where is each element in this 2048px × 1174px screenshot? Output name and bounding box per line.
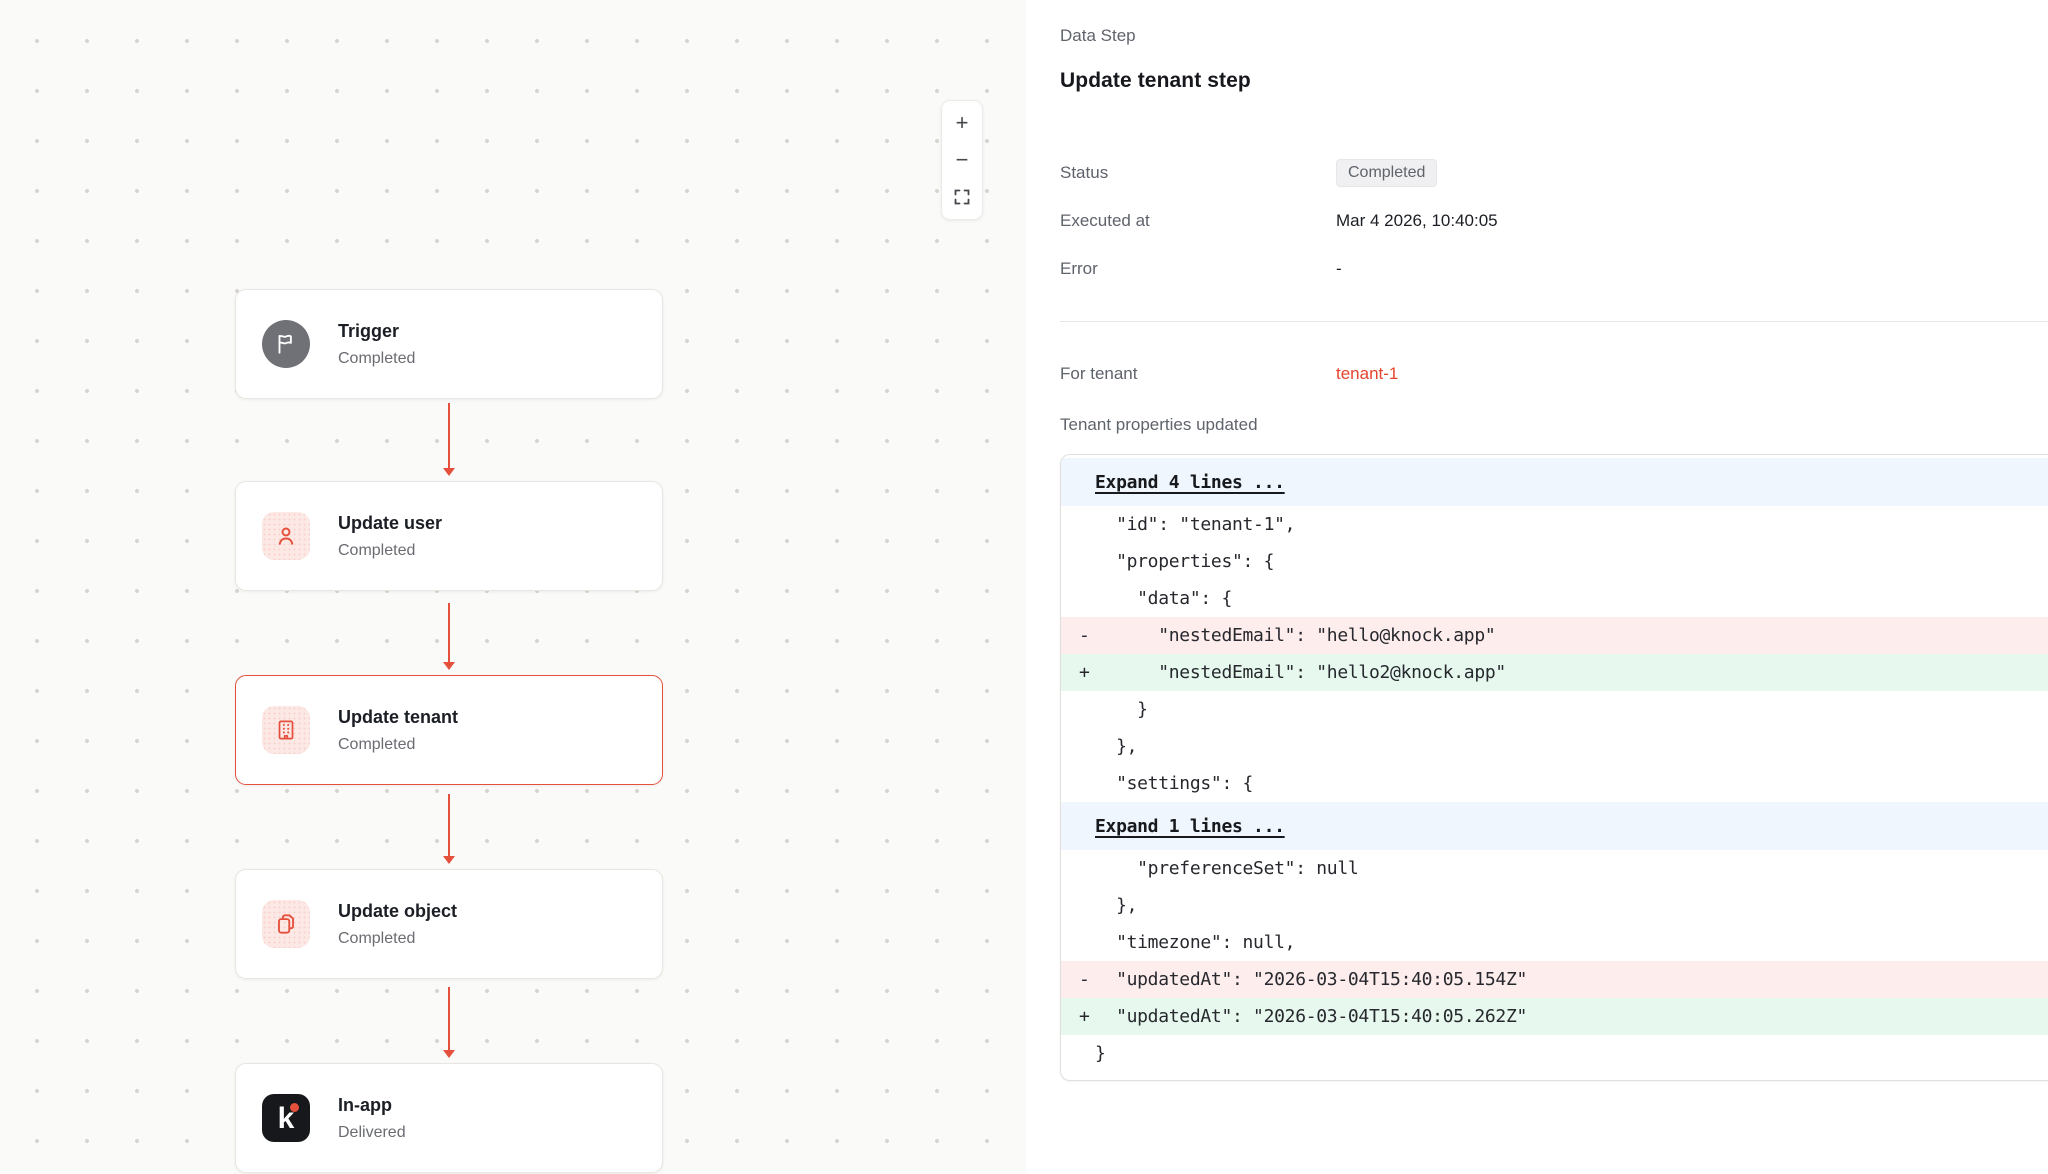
node-status: Completed <box>338 736 458 754</box>
section-divider <box>1060 321 2048 322</box>
field-row: Executed atMar 4 2026, 10:40:05 <box>1060 205 2048 237</box>
diff-line: "properties": { <box>1061 543 2048 580</box>
zoom-out-button[interactable]: − <box>945 144 979 176</box>
page-title: Update tenant step <box>1060 69 2048 93</box>
diff-text: }, <box>1061 736 1137 757</box>
diff-text: "data": { <box>1061 588 1232 609</box>
status-badge: Completed <box>1336 159 1437 187</box>
workflow-node-trigger[interactable]: Trigger Completed <box>235 289 663 399</box>
diff-sign: + <box>1079 662 1090 683</box>
diff-line: "preferenceSet": null <box>1061 850 2048 887</box>
diff-text: "updatedAt": "2026-03-04T15:40:05.262Z" <box>1061 1006 1527 1027</box>
diff-heading: Tenant properties updated <box>1060 415 2048 435</box>
node-title: Trigger <box>338 320 415 343</box>
node-title: Update object <box>338 900 457 923</box>
diff-line: "data": { <box>1061 580 2048 617</box>
building-icon <box>262 706 310 754</box>
diff-sign: - <box>1079 969 1090 990</box>
diff-line: "timezone": null, <box>1061 924 2048 961</box>
field-label: Executed at <box>1060 211 1336 231</box>
diff-expand-link[interactable]: Expand 1 lines ... <box>1061 802 2048 850</box>
node-status: Delivered <box>338 1124 406 1142</box>
field-label: For tenant <box>1060 364 1336 384</box>
diff-text: "nestedEmail": "hello@knock.app" <box>1061 625 1495 646</box>
diff-line: } <box>1061 691 2048 728</box>
diff-text: "properties": { <box>1061 551 1274 572</box>
field-label: Status <box>1060 163 1336 183</box>
diff-line: } <box>1061 1035 2048 1072</box>
workflow-node-update-object[interactable]: Update object Completed <box>235 869 663 979</box>
diff-text: } <box>1061 699 1148 720</box>
diff-text: "id": "tenant-1", <box>1061 514 1295 535</box>
field-value: - <box>1336 259 1342 279</box>
field-value: Mar 4 2026, 10:40:05 <box>1336 211 1498 231</box>
workflow-node-update-tenant[interactable]: Update tenant Completed <box>235 675 663 785</box>
step-detail-panel: Data Step Update tenant step StatusCompl… <box>1026 0 2048 1174</box>
knock-logo-icon: k <box>262 1094 310 1142</box>
workflow-node-in-app[interactable]: k In-app Delivered <box>235 1063 663 1173</box>
diff-line: }, <box>1061 887 2048 924</box>
node-status: Completed <box>338 930 457 948</box>
flag-icon <box>262 320 310 368</box>
user-icon <box>262 512 310 560</box>
diff-line: - "nestedEmail": "hello@knock.app" <box>1061 617 2048 654</box>
diff-text: Expand 4 lines ... <box>1061 472 1285 493</box>
diff-text: } <box>1061 1043 1106 1064</box>
node-title: Update tenant <box>338 706 458 729</box>
knock-dot <box>290 1103 299 1112</box>
diff-line: - "updatedAt": "2026-03-04T15:40:05.154Z… <box>1061 961 2048 998</box>
diff-text: }, <box>1061 895 1137 916</box>
connector-arrow <box>441 403 457 476</box>
diff-line: "id": "tenant-1", <box>1061 506 2048 543</box>
field-row: StatusCompleted <box>1060 157 2048 189</box>
diff-line: "settings": { <box>1061 765 2048 802</box>
connector-arrow <box>441 794 457 864</box>
connector-arrow <box>441 603 457 670</box>
workflow-canvas[interactable]: + − Trigger Completed Update user Completed… <box>0 0 1027 1174</box>
step-type-label: Data Step <box>1060 26 2048 46</box>
diff-sign: + <box>1079 1006 1090 1027</box>
diff-line: }, <box>1061 728 2048 765</box>
node-title: In-app <box>338 1094 406 1117</box>
diff-line: + "updatedAt": "2026-03-04T15:40:05.262Z… <box>1061 998 2048 1035</box>
diff-text: "nestedEmail": "hello2@knock.app" <box>1061 662 1506 683</box>
field-row: Error- <box>1060 253 2048 285</box>
diff-text: Expand 1 lines ... <box>1061 816 1285 837</box>
zoom-in-button[interactable]: + <box>945 107 979 139</box>
diff-text: "timezone": null, <box>1061 932 1295 953</box>
pages-icon <box>262 900 310 948</box>
workflow-node-update-user[interactable]: Update user Completed <box>235 481 663 591</box>
fit-view-button[interactable] <box>945 181 979 213</box>
tenant-row: For tenant tenant-1 <box>1060 359 2048 389</box>
fit-view-icon <box>954 189 970 205</box>
diff-sign: - <box>1079 625 1090 646</box>
diff-expand-link[interactable]: Expand 4 lines ... <box>1061 458 2048 506</box>
node-status: Completed <box>338 350 415 368</box>
diff-text: "updatedAt": "2026-03-04T15:40:05.154Z" <box>1061 969 1527 990</box>
node-status: Completed <box>338 542 442 560</box>
diff-line: + "nestedEmail": "hello2@knock.app" <box>1061 654 2048 691</box>
diff-viewer: Expand 4 lines ... "id": "tenant-1", "pr… <box>1060 454 2048 1081</box>
node-title: Update user <box>338 512 442 535</box>
tenant-link[interactable]: tenant-1 <box>1336 364 1398 384</box>
field-rows: StatusCompleted Executed atMar 4 2026, 10… <box>1060 157 2048 285</box>
diff-text: "preferenceSet": null <box>1061 858 1358 879</box>
connector-arrow <box>441 987 457 1058</box>
diff-text: "settings": { <box>1061 773 1253 794</box>
field-label: Error <box>1060 259 1336 279</box>
canvas-zoom-controls: + − <box>941 100 983 220</box>
